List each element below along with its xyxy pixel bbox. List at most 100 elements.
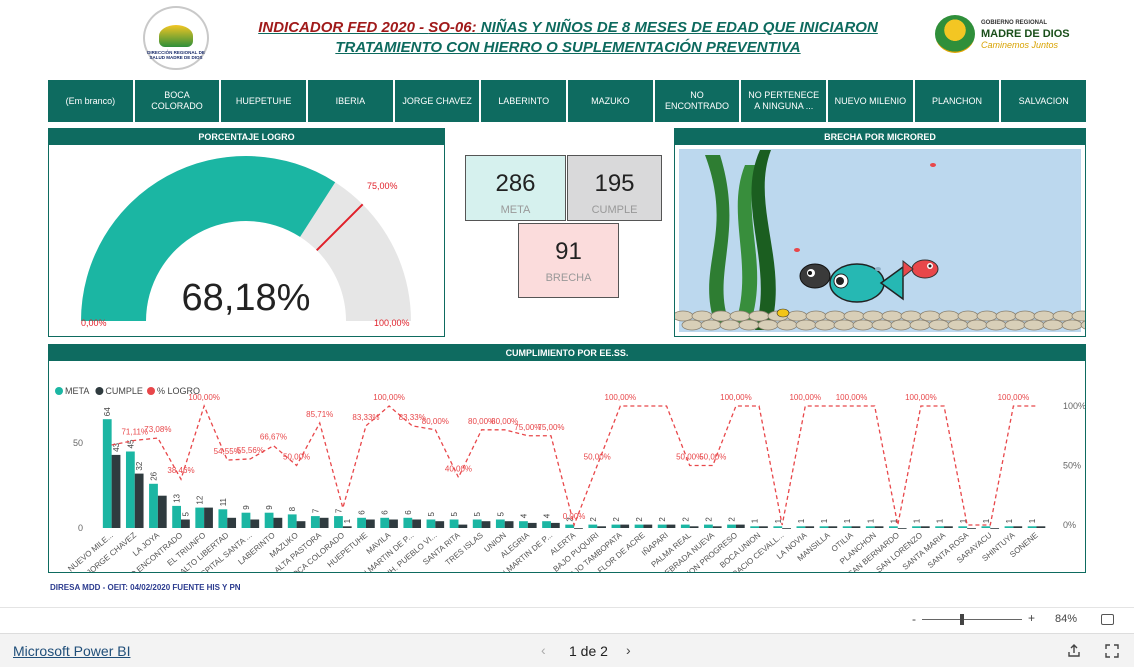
meta-bar[interactable] [704, 524, 713, 528]
cumple-bar[interactable] [342, 526, 352, 528]
meta-bar[interactable] [842, 526, 852, 528]
meta-bar[interactable] [472, 519, 482, 529]
cumple-bar[interactable] [319, 517, 329, 528]
cumple-bar[interactable] [782, 528, 791, 529]
meta-bar[interactable] [981, 526, 991, 528]
meta-bar[interactable] [935, 526, 945, 528]
slicer-item[interactable]: JORGE CHAVEZ [394, 80, 482, 122]
share-icon[interactable] [1067, 644, 1081, 658]
cumple-bar[interactable] [296, 521, 306, 528]
meta-bar[interactable] [519, 521, 528, 528]
slicer-item[interactable]: HUEPETUHE [221, 80, 309, 122]
cumple-bar[interactable] [666, 524, 676, 528]
cumple-bar[interactable] [735, 524, 745, 528]
meta-bar[interactable] [1004, 526, 1014, 528]
cumple-bar[interactable] [365, 519, 375, 529]
cumple-bar[interactable] [874, 526, 884, 528]
cumple-bar[interactable] [689, 526, 699, 528]
meta-bar[interactable] [773, 526, 783, 528]
fullscreen-icon[interactable] [1105, 644, 1119, 658]
meta-bar[interactable] [958, 526, 968, 528]
cumple-bar[interactable] [550, 522, 560, 528]
meta-bar[interactable] [912, 526, 921, 528]
next-page-icon[interactable]: › [626, 642, 631, 658]
meta-bar[interactable] [750, 526, 760, 528]
powerbi-brand-link[interactable]: Microsoft Power BI [13, 643, 130, 659]
cumple-bar[interactable] [181, 519, 190, 529]
cumple-bar[interactable] [944, 526, 953, 528]
meta-bar[interactable] [1027, 526, 1037, 528]
meta-bar[interactable] [588, 524, 598, 528]
meta-bar[interactable] [819, 526, 829, 528]
cumple-bar[interactable] [574, 528, 583, 529]
zoom-slider-thumb[interactable] [960, 614, 964, 625]
cumple-bar[interactable] [1013, 526, 1023, 528]
meta-bar[interactable] [449, 519, 459, 529]
cumple-bar[interactable] [897, 528, 907, 529]
cumple-bar[interactable] [481, 521, 491, 528]
meta-bar[interactable] [241, 512, 251, 528]
prev-page-icon[interactable]: ‹ [541, 642, 546, 658]
slicer-item[interactable]: NO PERTENECE A NINGUNA ... [741, 80, 829, 122]
cumple-bar[interactable] [111, 454, 121, 528]
cumple-bar[interactable] [157, 495, 167, 528]
slicer-item[interactable]: LABERINTO [481, 80, 569, 122]
cumple-bar[interactable] [805, 526, 815, 528]
slicer-item[interactable]: PLANCHON [914, 80, 1002, 122]
cumple-bar[interactable] [920, 526, 930, 528]
cumple-bar[interactable] [643, 524, 653, 528]
cumple-bar[interactable] [759, 526, 768, 528]
slicer-item[interactable]: SALVACION [1001, 80, 1087, 122]
meta-bar[interactable] [426, 519, 436, 529]
meta-bar[interactable] [565, 524, 575, 528]
slicer-item[interactable]: NUEVO MILENIO [828, 80, 915, 122]
cumple-bar[interactable] [1036, 526, 1046, 528]
fit-page-icon[interactable] [1101, 614, 1114, 625]
meta-bar[interactable] [172, 505, 182, 528]
meta-bar[interactable] [796, 526, 806, 528]
cumple-bar[interactable] [134, 473, 144, 528]
cumple-bar[interactable] [527, 522, 537, 528]
meta-bar[interactable] [264, 512, 274, 528]
slicer-item[interactable]: IBERIA [308, 80, 395, 122]
cumple-bar[interactable] [435, 521, 445, 528]
meta-bar[interactable] [727, 524, 736, 528]
slicer-item[interactable]: BOCA COLORADO [134, 80, 222, 122]
cumple-bar[interactable] [389, 519, 398, 529]
zoom-in-button[interactable]: + [1028, 611, 1035, 625]
cumple-bar[interactable] [273, 517, 283, 528]
meta-bar[interactable] [195, 507, 205, 528]
cumple-bar[interactable] [851, 526, 861, 528]
meta-bar[interactable] [865, 526, 875, 528]
meta-bar[interactable] [287, 514, 297, 528]
slicer-item[interactable]: NO ENCONTRADO [654, 80, 742, 122]
cumple-bar[interactable] [227, 517, 237, 528]
meta-bar[interactable] [310, 516, 320, 528]
slicer-item[interactable]: (Em branco) [48, 80, 135, 122]
cumple-bar[interactable] [990, 528, 1000, 529]
meta-bar[interactable] [102, 419, 112, 528]
cumple-bar[interactable] [967, 528, 976, 529]
meta-bar[interactable] [334, 516, 343, 528]
meta-bar[interactable] [380, 517, 390, 528]
zoom-slider-track[interactable] [922, 619, 1022, 620]
meta-bar[interactable] [495, 519, 505, 529]
meta-bar[interactable] [125, 451, 135, 529]
meta-bar[interactable] [542, 521, 551, 528]
zoom-out-button[interactable]: - [912, 612, 916, 626]
cumple-bar[interactable] [412, 519, 422, 529]
slicer-item[interactable]: MAZUKO [568, 80, 655, 122]
meta-bar[interactable] [634, 524, 644, 528]
cumple-bar[interactable] [204, 507, 213, 528]
cumple-bar[interactable] [712, 526, 722, 528]
cumple-bar[interactable] [458, 524, 468, 528]
cumple-bar[interactable] [597, 526, 606, 528]
meta-bar[interactable] [149, 483, 158, 528]
cumple-bar[interactable] [828, 526, 838, 528]
cumple-bar[interactable] [504, 521, 514, 528]
meta-bar[interactable] [357, 517, 366, 528]
cumple-bar[interactable] [620, 524, 630, 528]
meta-bar[interactable] [403, 517, 413, 528]
meta-bar[interactable] [888, 526, 898, 528]
meta-bar[interactable] [611, 524, 621, 528]
